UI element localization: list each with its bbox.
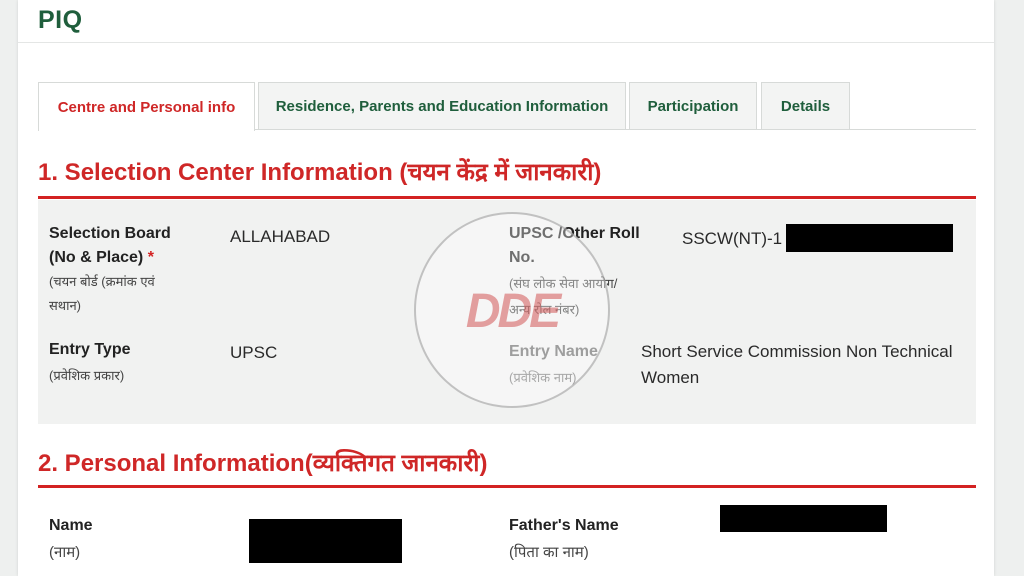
roll-no-value: SSCW(NT)-1 (682, 229, 783, 248)
watermark-text: DDE (465, 285, 561, 338)
father-name-label: Father's Name (509, 517, 619, 534)
entry-type-hindi-label: (प्रवेशिक प्रकार) (49, 368, 125, 383)
section-title-personal-info: 2. Personal Information(व्यक्तिगत जानकार… (38, 450, 488, 477)
redacted-father-name (720, 505, 887, 532)
father-name-hindi-label: (पिता का नाम) (509, 544, 589, 561)
name-hindi-label: (नाम) (49, 544, 81, 561)
tab-bar: Centre and Personal info Residence, Pare… (38, 82, 976, 131)
tab-participation[interactable]: Participation (629, 82, 757, 129)
selection-board-label: Selection Board (49, 225, 171, 242)
section-title-selection-center: 1. Selection Center Information (चयन कें… (38, 159, 602, 186)
selection-board-value: ALLAHABAD (230, 227, 331, 246)
selection-board-label-line2: (No & Place) * (49, 246, 154, 270)
page-title: PIQ (38, 6, 83, 34)
selection-board-hindi-label: (चयन बोर्ड (क्रमांक एवं (49, 274, 155, 289)
entry-name-value-line2: Women (641, 368, 700, 387)
tab-details[interactable]: Details (761, 82, 850, 129)
entry-name-value: Short Service Commission Non Technical (641, 342, 953, 361)
entry-type-label: Entry Type (49, 341, 131, 358)
redacted-name (249, 519, 402, 563)
selection-board-label-sub: (No & Place) (49, 249, 144, 266)
redacted-roll-number (786, 224, 953, 252)
tab-residence-parents-education[interactable]: Residence, Parents and Education Informa… (258, 82, 626, 129)
name-label: Name (49, 517, 93, 534)
required-asterisk: * (147, 249, 154, 266)
title-divider (18, 42, 994, 43)
entry-type-value: UPSC (230, 343, 278, 362)
section-divider-personal (38, 485, 976, 488)
selection-board-hindi-label-line2: सथान) (49, 298, 82, 313)
tab-centre-personal-info[interactable]: Centre and Personal info (38, 82, 255, 131)
section-divider (38, 196, 976, 199)
personal-info-panel: Name (नाम) Father's Name (पिता का नाम) (38, 489, 976, 576)
watermark-logo: DDE (414, 212, 610, 408)
